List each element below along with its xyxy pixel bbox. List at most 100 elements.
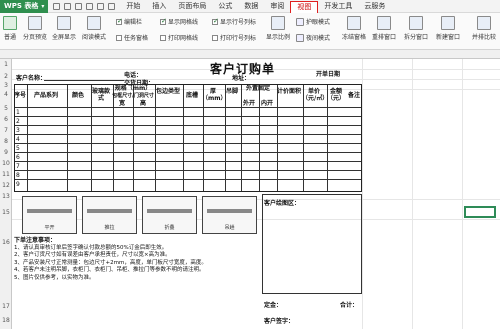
header-series: 产品系列 bbox=[33, 92, 58, 99]
menu-bar: WPS 表格 ▾ 开始 插入 页面布局 公式 数据 审阅 视图 开发工具 云服务 bbox=[0, 0, 500, 13]
row-divider bbox=[15, 179, 361, 180]
row-header[interactable]: 1 2 3 4 5 6 7 8 9 10 11 12 13 15 16 17 1… bbox=[0, 59, 12, 329]
side-by-side-label: 并排比较 bbox=[472, 34, 497, 41]
drawing-area[interactable] bbox=[262, 194, 362, 294]
headings-toggle[interactable]: 显示行号列标 bbox=[212, 17, 256, 26]
row-number[interactable]: 8 bbox=[0, 138, 12, 145]
page-break-preview-button[interactable]: 分页预览 bbox=[23, 16, 47, 41]
new-window-label: 新建窗口 bbox=[436, 34, 461, 41]
new-window-button[interactable]: 新建窗口 bbox=[436, 16, 460, 41]
diagram-caption: 推拉 bbox=[104, 225, 115, 231]
formula-bar-label: 编辑栏 bbox=[124, 19, 143, 26]
full-screen-label: 全屏显示 bbox=[52, 34, 77, 41]
chevron-down-icon: ▾ bbox=[41, 2, 45, 10]
tab-home[interactable]: 开始 bbox=[120, 0, 146, 13]
row-number[interactable]: 10 bbox=[0, 160, 12, 167]
table-row-number: 4 bbox=[16, 136, 20, 143]
page-break-label: 分页预览 bbox=[23, 34, 48, 41]
header-note: 备注 bbox=[347, 92, 360, 99]
row-divider bbox=[15, 134, 361, 135]
normal-view-button[interactable]: 普通 bbox=[3, 16, 17, 41]
open-icon[interactable] bbox=[64, 2, 72, 10]
note-item: 5、图片仅供参考，以实物为准。 bbox=[14, 274, 95, 281]
side-by-side-icon bbox=[477, 16, 491, 30]
night-mode-label: 夜间模式 bbox=[306, 35, 331, 42]
print-gridlines-toggle[interactable]: 打印网格线 bbox=[160, 33, 198, 42]
print-headings-label: 打印行号列标 bbox=[220, 35, 257, 42]
row-number[interactable]: 7 bbox=[0, 127, 12, 134]
grid-line bbox=[462, 59, 463, 329]
tab-review[interactable]: 审阅 bbox=[264, 0, 290, 13]
deposit-label: 定金： bbox=[264, 302, 283, 309]
row-number[interactable]: 16 bbox=[0, 239, 12, 246]
grid-line bbox=[362, 59, 363, 329]
column-divider bbox=[277, 85, 278, 191]
night-mode-button[interactable]: 夜间模式 bbox=[296, 33, 330, 42]
new-window-icon bbox=[441, 16, 455, 30]
header-thickness: 厚（mm） bbox=[202, 88, 227, 102]
reading-mode-button[interactable]: 阅读模式 bbox=[82, 16, 106, 41]
header-spec-sub: 包框尺寸/门洞尺寸 bbox=[112, 93, 154, 99]
tab-developer[interactable]: 开发工具 bbox=[318, 0, 358, 13]
checkbox-icon bbox=[212, 34, 218, 41]
date-label: 开单日期 bbox=[316, 71, 341, 78]
print-icon[interactable] bbox=[86, 2, 94, 10]
task-pane-toggle[interactable]: 任务窗格 bbox=[116, 33, 148, 42]
row-number[interactable]: 17 bbox=[0, 303, 12, 310]
row-number[interactable]: 18 bbox=[0, 317, 12, 324]
note-item: 3、产品安装尺寸正常测量：包边尺寸+2mm，高度，单门板尺寸宽度，高度。 bbox=[14, 259, 207, 266]
column-header[interactable] bbox=[0, 50, 500, 59]
headings-label: 显示行号列标 bbox=[220, 19, 257, 26]
column-divider bbox=[67, 85, 68, 191]
row-number[interactable]: 12 bbox=[0, 182, 12, 189]
normal-view-icon bbox=[3, 16, 17, 30]
row-number[interactable]: 3 bbox=[0, 82, 12, 89]
row-number[interactable]: 5 bbox=[0, 105, 12, 112]
header-color: 颜色 bbox=[71, 92, 84, 99]
tab-cloud[interactable]: 云服务 bbox=[358, 0, 391, 13]
tab-data[interactable]: 数据 bbox=[238, 0, 264, 13]
row-divider bbox=[15, 125, 361, 126]
row-number[interactable]: 2 bbox=[0, 73, 12, 80]
full-screen-icon bbox=[57, 16, 71, 30]
new-icon[interactable] bbox=[53, 2, 61, 10]
print-headings-toggle[interactable]: 打印行号列标 bbox=[212, 33, 256, 42]
eye-protection-button[interactable]: 护眼模式 bbox=[296, 17, 330, 26]
gridlines-toggle[interactable]: 显示网格线 bbox=[160, 17, 198, 26]
header-bottom: 底槽 bbox=[185, 92, 198, 99]
split-window-button[interactable]: 拆分窗口 bbox=[404, 16, 428, 41]
row-divider bbox=[15, 107, 361, 108]
freeze-panes-button[interactable]: 冻结窗格 bbox=[342, 16, 366, 41]
side-by-side-button[interactable]: 并排比较 bbox=[472, 16, 496, 41]
tab-view[interactable]: 视图 bbox=[290, 0, 319, 13]
save-icon[interactable] bbox=[75, 2, 83, 10]
checkbox-icon bbox=[160, 17, 167, 25]
door-diagram: 推拉 bbox=[82, 196, 137, 234]
formula-bar-toggle[interactable]: 编辑栏 bbox=[116, 17, 142, 26]
full-screen-button[interactable]: 全屏显示 bbox=[52, 16, 76, 41]
arrange-windows-button[interactable]: 重排窗口 bbox=[372, 16, 396, 41]
tab-insert[interactable]: 插入 bbox=[146, 0, 172, 13]
undo-icon[interactable] bbox=[97, 2, 105, 10]
page-break-icon bbox=[28, 16, 42, 30]
app-menu-button[interactable]: WPS 表格 ▾ bbox=[0, 0, 49, 13]
selected-cell[interactable] bbox=[464, 206, 496, 218]
row-number[interactable]: 13 bbox=[0, 193, 12, 200]
row-divider bbox=[15, 170, 361, 171]
zoom-button[interactable]: 显示比例 bbox=[266, 16, 290, 41]
row-number[interactable]: 1 bbox=[0, 61, 12, 68]
row-number[interactable]: 9 bbox=[0, 149, 12, 156]
zoom-icon bbox=[271, 16, 285, 30]
redo-icon[interactable] bbox=[108, 2, 116, 10]
row-number[interactable]: 11 bbox=[0, 171, 12, 178]
tab-formulas[interactable]: 公式 bbox=[212, 0, 238, 13]
row-number[interactable]: 15 bbox=[0, 209, 12, 216]
row-number[interactable]: 4 bbox=[0, 91, 12, 98]
header-amount: 金额（元） bbox=[326, 88, 345, 102]
grid-line bbox=[412, 59, 413, 329]
customer-name-line bbox=[44, 80, 124, 81]
header-glass: 玻璃款式 bbox=[91, 88, 110, 102]
row-number[interactable]: 6 bbox=[0, 116, 12, 123]
tab-page-layout[interactable]: 页面布局 bbox=[172, 0, 212, 13]
ribbon: 普通 分页预览 全屏显示 阅读模式 编辑栏 显示网格线 显示行号列标 任务窗格 … bbox=[0, 13, 500, 50]
